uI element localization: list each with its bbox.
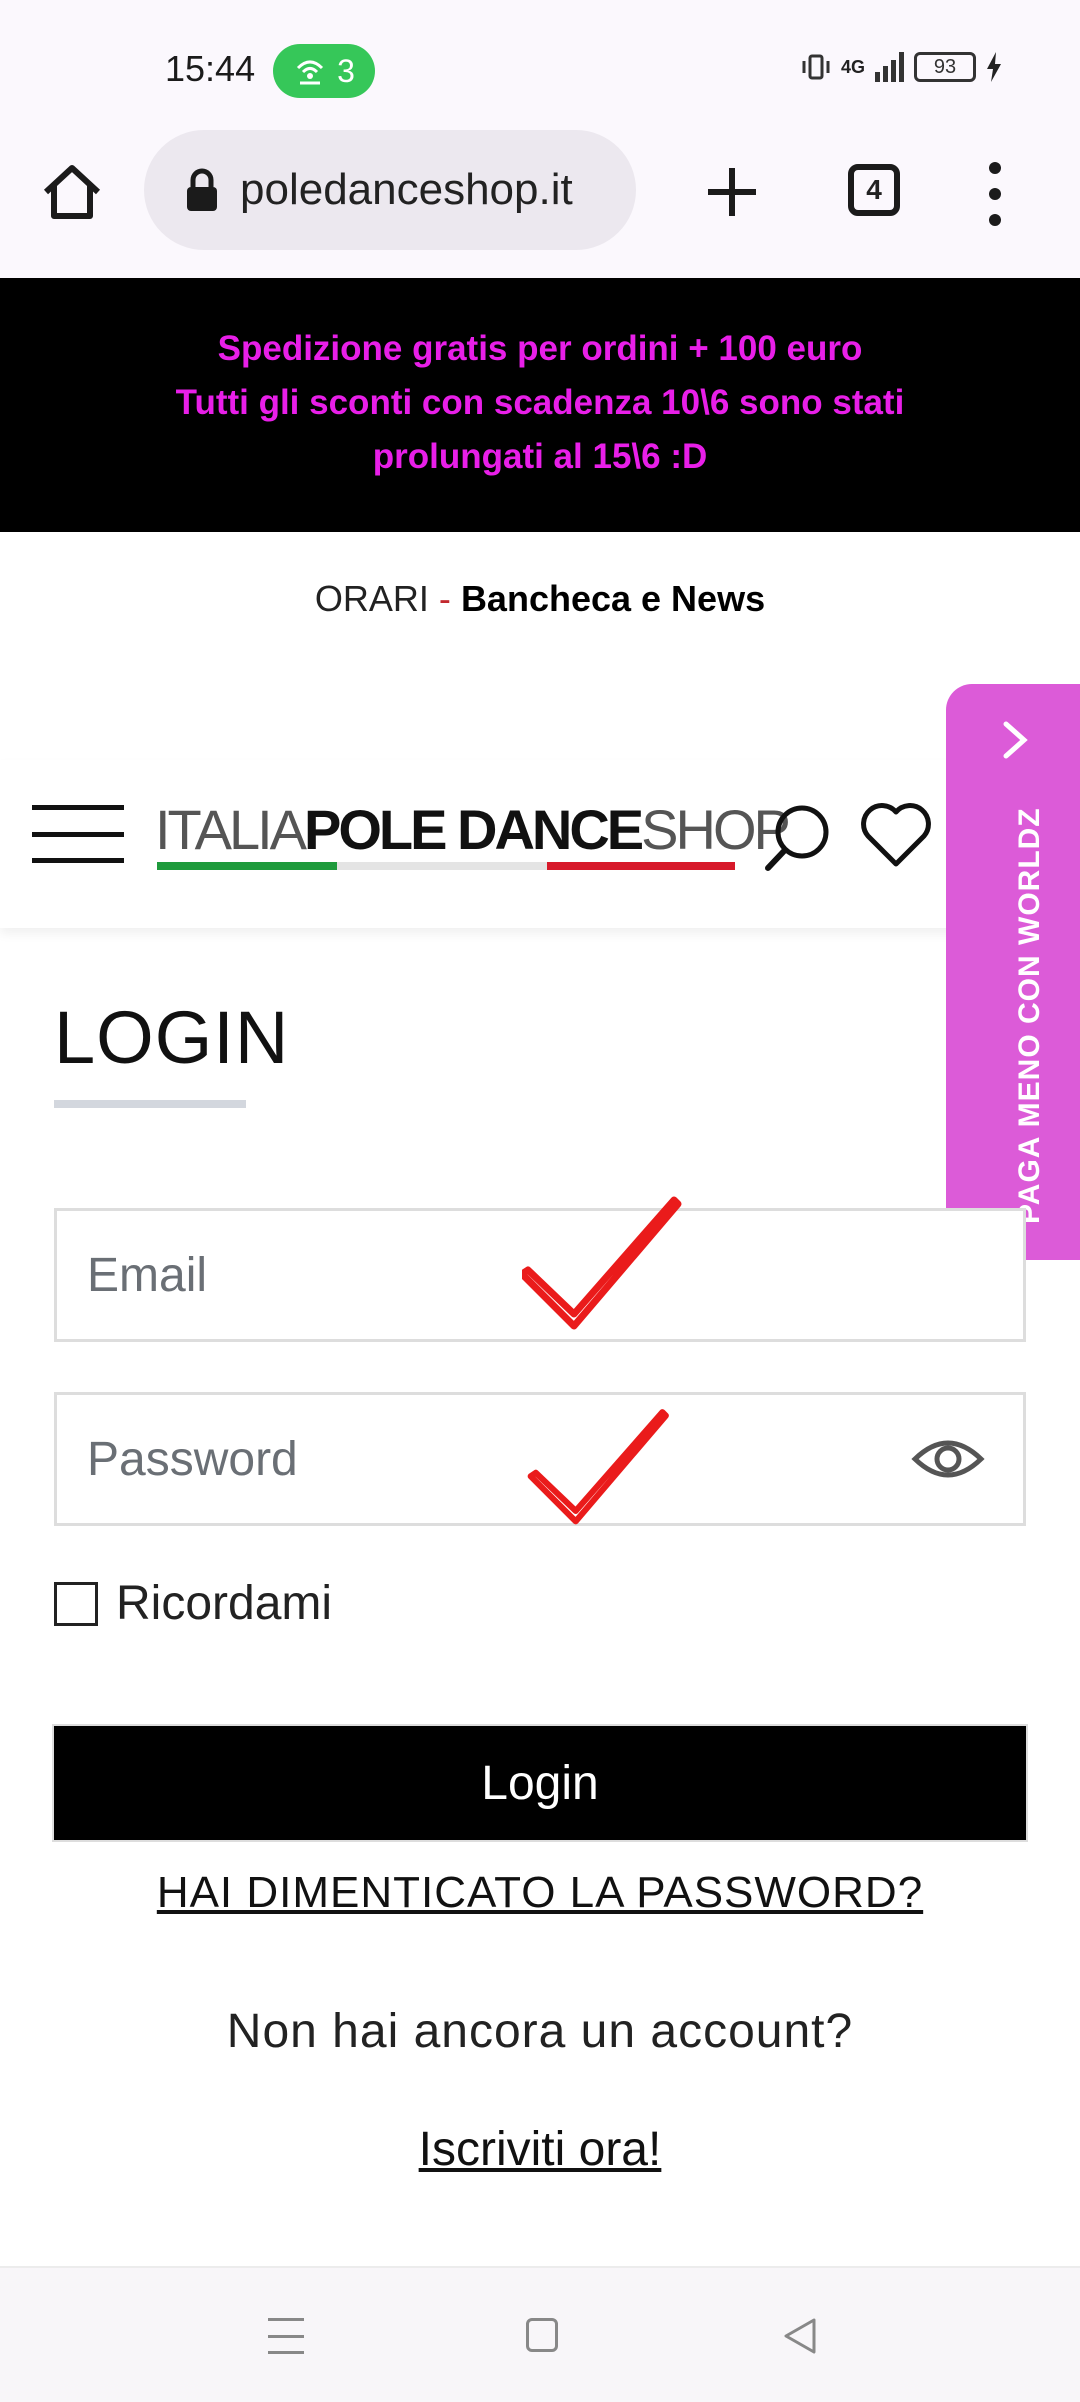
info-separator: - bbox=[438, 578, 451, 619]
remember-label: Ricordami bbox=[116, 1577, 333, 1630]
vibrate-icon bbox=[802, 54, 830, 80]
checkmark-annotation-icon bbox=[527, 1409, 669, 1525]
status-time: 15:44 bbox=[165, 48, 256, 89]
browser-toolbar: poledanceshop.it 4 bbox=[0, 120, 1080, 280]
url-text: poledanceshop.it bbox=[240, 165, 573, 214]
login-button[interactable]: Login bbox=[54, 1726, 1026, 1840]
site-header: ITALIAPOLE DANCESHOP bbox=[0, 760, 1080, 928]
promo-line-2: Tutti gli sconti con scadenza 10\6 sono … bbox=[175, 383, 905, 422]
remember-checkbox[interactable] bbox=[54, 1581, 98, 1626]
side-tab-label: PAGA MENO CON WORLDZ bbox=[1013, 807, 1046, 1224]
system-nav-bar bbox=[0, 2266, 1080, 2402]
address-bar[interactable]: poledanceshop.it bbox=[144, 130, 636, 250]
chevron-right-icon bbox=[1003, 721, 1028, 759]
network-type: 4G bbox=[840, 56, 865, 77]
orari-link[interactable]: ORARI bbox=[315, 578, 429, 619]
menu-icon[interactable] bbox=[32, 805, 124, 863]
tab-switcher-button[interactable]: 4 bbox=[848, 164, 900, 216]
promo-banner: Spedizione gratis per ordini + 100 euro … bbox=[0, 278, 1080, 532]
battery-icon: 93 bbox=[914, 52, 976, 82]
forgot-password-link[interactable]: HAI DIMENTICATO LA PASSWORD? bbox=[0, 1868, 1080, 1918]
eye-icon[interactable] bbox=[911, 1433, 985, 1485]
more-menu-icon[interactable] bbox=[980, 162, 1010, 226]
back-icon[interactable] bbox=[780, 2316, 820, 2356]
status-bar: 15:44 3 4G 93 bbox=[0, 0, 1080, 140]
logo-pole-dance: POLE DANCE bbox=[304, 798, 644, 861]
signal-icon bbox=[875, 52, 904, 82]
page-title: LOGIN bbox=[54, 996, 290, 1079]
worldz-side-tab[interactable]: PAGA MENO CON WORLDZ bbox=[946, 684, 1080, 1260]
new-tab-icon[interactable] bbox=[700, 160, 764, 224]
bancheca-link[interactable]: Bancheca e News bbox=[461, 578, 765, 619]
logo-flag-stripe bbox=[157, 862, 735, 870]
recent-apps-icon[interactable] bbox=[268, 2318, 304, 2354]
site-logo[interactable]: ITALIAPOLE DANCESHOP bbox=[155, 798, 791, 872]
info-links: ORARI - Bancheca e News bbox=[0, 578, 1080, 620]
hotspot-icon bbox=[297, 60, 324, 85]
nav-home-icon[interactable] bbox=[526, 2318, 558, 2352]
promo-line-3: prolungati al 15\6 :D bbox=[372, 437, 708, 476]
home-icon[interactable] bbox=[38, 158, 106, 226]
charging-icon bbox=[987, 52, 1001, 82]
heart-icon[interactable] bbox=[860, 800, 932, 870]
remember-me[interactable]: Ricordami bbox=[54, 1576, 332, 1631]
lock-icon bbox=[187, 168, 217, 211]
tab-count: 4 bbox=[866, 174, 882, 205]
no-account-text: Non hai ancora un account? bbox=[226, 2005, 854, 2058]
signup-link[interactable]: Iscriviti ora! bbox=[0, 2122, 1080, 2177]
hotspot-badge: 3 bbox=[273, 44, 375, 98]
checkmark-annotation-icon bbox=[522, 1196, 682, 1330]
title-underline bbox=[54, 1100, 246, 1108]
promo-line-1: Spedizione gratis per ordini + 100 euro bbox=[217, 329, 863, 368]
battery-level: 93 bbox=[933, 55, 957, 78]
logo-italia: ITALIA bbox=[155, 798, 307, 861]
status-icons: 4G 93 bbox=[801, 52, 1002, 82]
search-icon[interactable] bbox=[762, 800, 832, 874]
hotspot-count: 3 bbox=[337, 52, 355, 89]
